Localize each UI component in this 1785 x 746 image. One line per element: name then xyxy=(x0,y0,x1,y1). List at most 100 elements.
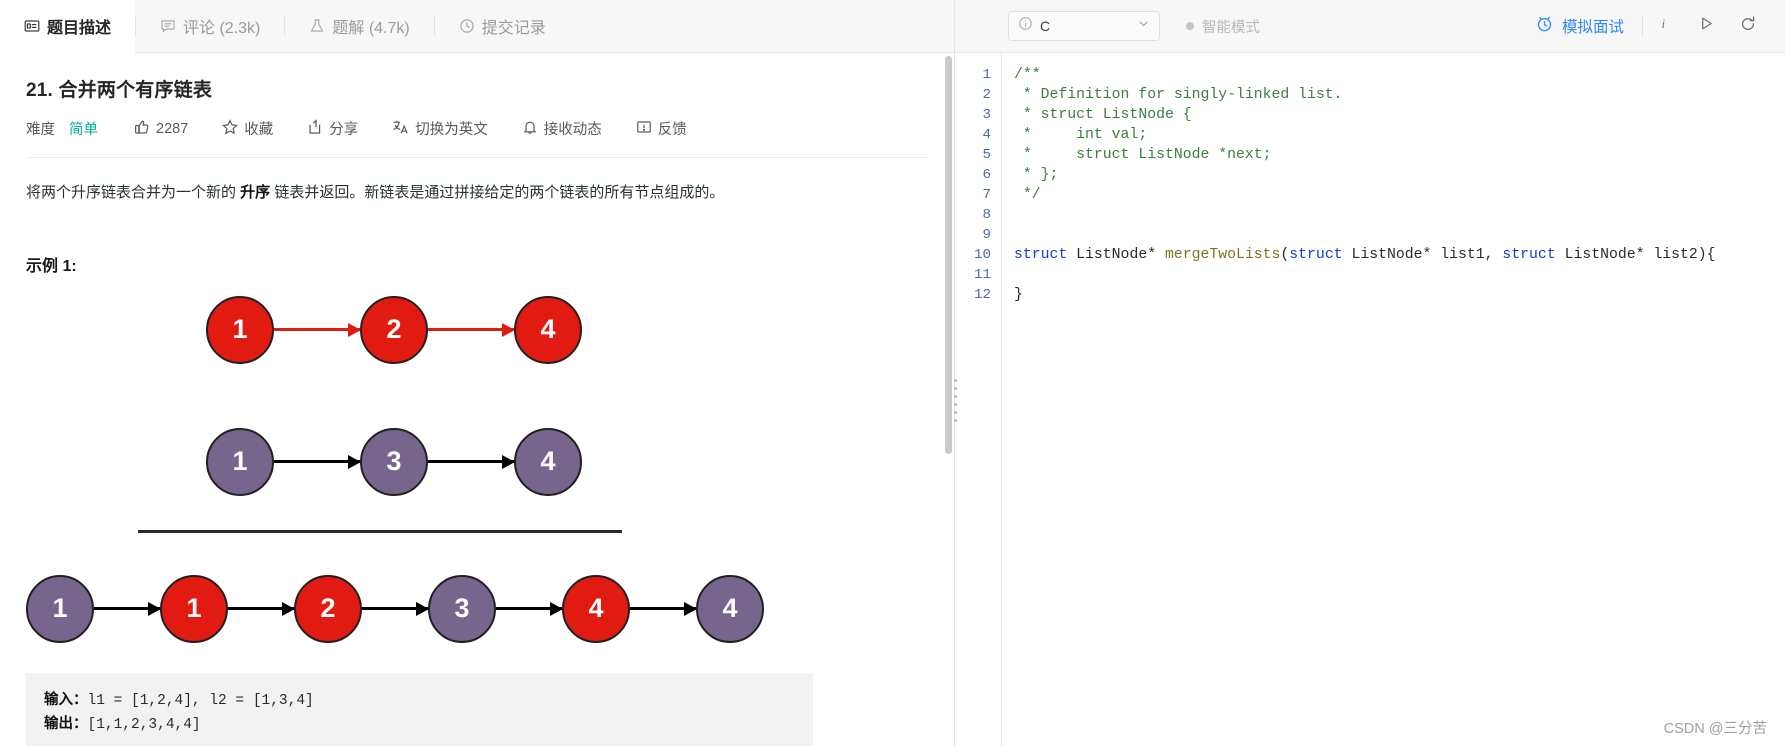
code-line[interactable]: */ xyxy=(1014,185,1785,205)
code-line[interactable] xyxy=(1014,205,1785,225)
feedback-button[interactable]: 反馈 xyxy=(636,118,687,139)
line-number: 5 xyxy=(955,145,991,165)
line-number: 9 xyxy=(955,225,991,245)
subscribe-label: 接收动态 xyxy=(544,118,602,139)
diagram-list2-row: 1 3 4 xyxy=(26,416,928,508)
example-io-block: 输入：l1 = [1,2,4], l2 = [1,3,4] 输出：[1,1,2,… xyxy=(26,673,813,746)
problem-content: 21. 合并两个有序链表 难度 简单 2287 xyxy=(0,53,954,746)
leetcode-problem-page: 题目描述 评论 (2.3k) xyxy=(0,0,1785,746)
tab-comments[interactable]: 评论 (2.3k) xyxy=(136,0,284,52)
diagram-merged-row: 1 1 2 3 4 4 xyxy=(26,563,928,655)
alarm-clock-icon xyxy=(1535,14,1554,38)
tab-solutions-label: 题解 (4.7k) xyxy=(332,14,409,38)
code-token: * int val; xyxy=(1014,127,1147,143)
feedback-icon xyxy=(636,119,652,139)
editor-toolbar-right: 模拟面试 i xyxy=(1535,5,1769,47)
code-line[interactable]: * struct ListNode *next; xyxy=(1014,145,1785,165)
switch-language-button[interactable]: 切换为英文 xyxy=(392,118,488,139)
line-number: 8 xyxy=(955,205,991,225)
code-content[interactable]: /** * Definition for singly-linked list.… xyxy=(1001,53,1785,746)
translate-icon xyxy=(392,119,409,139)
code-line[interactable]: * }; xyxy=(1014,165,1785,185)
output-value: [1,1,2,3,4,4] xyxy=(88,717,201,733)
list2-node: 1 xyxy=(206,428,274,496)
merged-node: 1 xyxy=(160,575,228,643)
tab-comments-label: 评论 (2.3k) xyxy=(183,14,260,38)
merged-arrow xyxy=(362,607,428,610)
info-help-button[interactable]: i xyxy=(1643,5,1685,47)
merged-arrow xyxy=(496,607,562,610)
tab-description[interactable]: 题目描述 xyxy=(0,0,135,52)
bell-icon xyxy=(522,119,538,139)
list2-arrow xyxy=(274,460,360,463)
code-token: mergeTwoLists xyxy=(1165,247,1280,263)
tab-solutions[interactable]: 题解 (4.7k) xyxy=(285,0,433,52)
svg-text:i: i xyxy=(1661,17,1665,31)
code-editor[interactable]: 123456789101112 /** * Definition for sin… xyxy=(955,53,1785,746)
code-line[interactable] xyxy=(1014,265,1785,285)
list1-node: 1 xyxy=(206,296,274,364)
code-token: ListNode* list1, xyxy=(1343,247,1503,263)
pane-resize-handle[interactable] xyxy=(950,370,960,430)
code-token: ( xyxy=(1280,247,1289,263)
subscribe-button[interactable]: 接收动态 xyxy=(522,118,602,139)
line-number: 11 xyxy=(955,265,991,285)
language-value: C xyxy=(1040,18,1130,34)
code-token: struct xyxy=(1014,247,1067,263)
code-token: /** xyxy=(1014,67,1041,83)
code-line[interactable]: * struct ListNode { xyxy=(1014,105,1785,125)
line-number: 10 xyxy=(955,245,991,265)
chevron-down-icon xyxy=(1137,17,1150,35)
code-token: struct xyxy=(1289,247,1342,263)
code-token: */ xyxy=(1014,187,1041,203)
feedback-label: 反馈 xyxy=(658,118,687,139)
code-line[interactable] xyxy=(1014,225,1785,245)
code-token: * struct ListNode *next; xyxy=(1014,147,1272,163)
tab-description-label: 题目描述 xyxy=(47,14,111,38)
favorite-button[interactable]: 收藏 xyxy=(222,118,273,139)
italic-info-icon: i xyxy=(1656,15,1673,37)
share-icon xyxy=(307,119,323,139)
line-number-gutter: 123456789101112 xyxy=(955,53,1001,746)
example-output-line: 输出：[1,1,2,3,4,4] xyxy=(44,713,795,738)
like-count: 2287 xyxy=(156,121,188,137)
merged-arrow xyxy=(630,607,696,610)
page-title: 21. 合并两个有序链表 xyxy=(26,75,928,102)
example-heading: 示例 1: xyxy=(26,252,928,276)
code-token: ListNode* xyxy=(1067,247,1165,263)
code-line[interactable]: /** xyxy=(1014,65,1785,85)
mock-interview-label: 模拟面试 xyxy=(1562,15,1624,37)
code-line[interactable]: } xyxy=(1014,285,1785,305)
line-number: 6 xyxy=(955,165,991,185)
clock-icon xyxy=(459,18,475,34)
code-line[interactable]: struct ListNode* mergeTwoLists(struct Li… xyxy=(1014,245,1785,265)
merged-node: 1 xyxy=(26,575,94,643)
reset-code-button[interactable] xyxy=(1727,5,1769,47)
thumbs-up-icon xyxy=(134,119,150,139)
description-bold: 升序 xyxy=(240,184,270,201)
run-code-button[interactable] xyxy=(1685,5,1727,47)
difficulty-label: 难度 xyxy=(26,118,55,139)
editor-pane: C 智能模式 xyxy=(955,0,1785,746)
merged-node: 3 xyxy=(428,575,496,643)
share-button[interactable]: 分享 xyxy=(307,118,358,139)
tab-submissions[interactable]: 提交记录 xyxy=(435,0,570,52)
code-line[interactable]: * Definition for singly-linked list. xyxy=(1014,85,1785,105)
mock-interview-button[interactable]: 模拟面试 xyxy=(1535,14,1642,38)
smart-mode-toggle[interactable]: 智能模式 xyxy=(1186,16,1260,37)
smart-mode-label: 智能模式 xyxy=(1202,16,1260,37)
language-select[interactable]: C xyxy=(1008,11,1160,41)
reset-icon xyxy=(1739,15,1757,38)
merged-node: 4 xyxy=(696,575,764,643)
problem-meta-row: 难度 简单 2287 xyxy=(26,118,928,139)
code-token: * struct ListNode { xyxy=(1014,107,1192,123)
code-line[interactable]: * int val; xyxy=(1014,125,1785,145)
difficulty-badge: 简单 xyxy=(69,118,98,139)
code-token: ListNode* list2 xyxy=(1556,247,1698,263)
line-number: 4 xyxy=(955,125,991,145)
like-button[interactable]: 2287 xyxy=(134,119,188,139)
code-token: * Definition for singly-linked list. xyxy=(1014,87,1343,103)
problem-pane: 题目描述 评论 (2.3k) xyxy=(0,0,955,746)
description-icon xyxy=(24,18,40,34)
editor-toolbar: C 智能模式 xyxy=(955,0,1785,53)
